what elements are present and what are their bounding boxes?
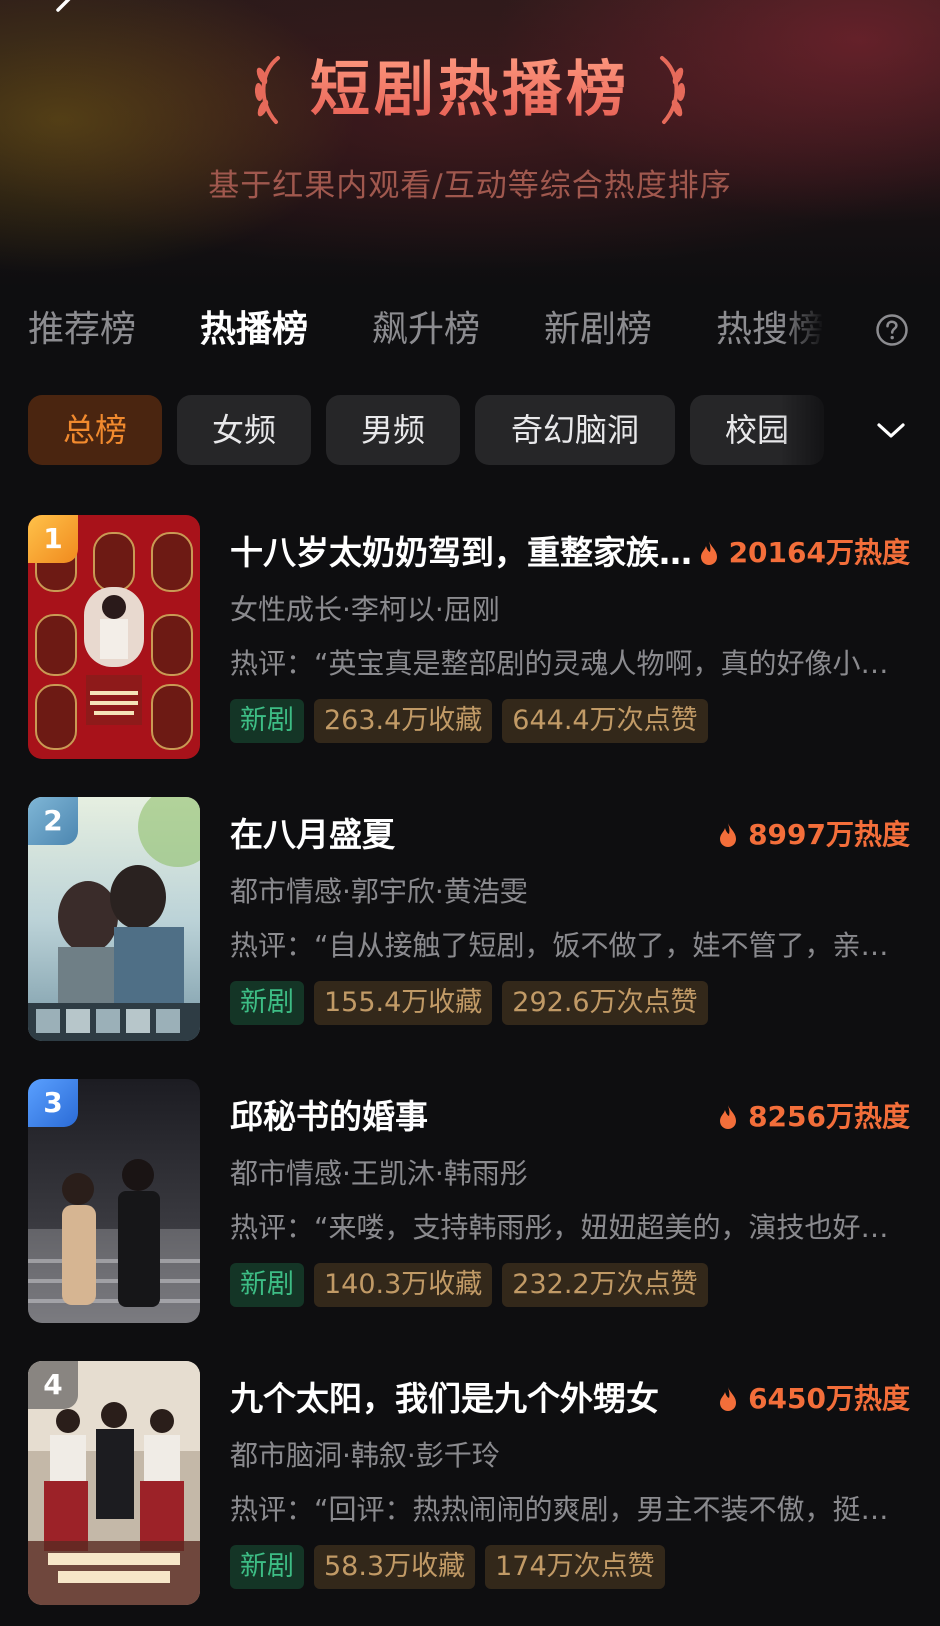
- top-review: 热评：“来喽，支持韩雨彤，妞妞超美的，演技也好…: [230, 1211, 889, 1244]
- laurel-left-icon: [254, 56, 280, 124]
- page-subtitle: 基于红果内观看/互动等综合热度排序: [208, 168, 732, 204]
- page-title: 短剧热播榜: [310, 48, 630, 132]
- chevron-left-icon[interactable]: [50, 0, 80, 24]
- tab-rising[interactable]: 飙升榜: [372, 300, 480, 360]
- drama-title[interactable]: 邱秘书的婚事: [230, 1093, 710, 1141]
- poster-image[interactable]: 4: [28, 1361, 200, 1605]
- rank-badge: 4: [28, 1361, 78, 1409]
- drama-meta: 都市情感·王凯沐·韩雨彤: [230, 1157, 528, 1190]
- drama-title[interactable]: 九个太阳，我们是九个外甥女: [230, 1375, 710, 1423]
- tab-hot-search[interactable]: 热搜榜: [716, 300, 824, 360]
- ranking-list-item[interactable]: 1 十八岁太奶奶驾到，重整家族… 20164万热度 女性成长·李柯以·屈刚 热评…: [0, 515, 940, 765]
- likes-tag: 644.4万次点赞: [502, 699, 708, 743]
- poster-image[interactable]: 3: [28, 1079, 200, 1323]
- likes-tag: 174万次点赞: [485, 1545, 665, 1589]
- top-review: 热评：“自从接触了短剧，饭不做了，娃不管了，亲…: [230, 929, 889, 962]
- new-drama-tag: 新剧: [230, 981, 304, 1025]
- flame-icon: [700, 541, 717, 565]
- tag-row: 新剧 58.3万收藏 174万次点赞: [230, 1545, 675, 1589]
- drama-meta: 女性成长·李柯以·屈刚: [230, 593, 500, 626]
- heat-score: 8997万热度: [718, 811, 910, 859]
- heat-score: 8256万热度: [718, 1093, 910, 1141]
- heat-score: 6450万热度: [718, 1375, 910, 1423]
- rank-badge: 3: [28, 1079, 78, 1127]
- rank-badge: 2: [28, 797, 78, 845]
- drama-meta: 都市情感·郭宇欣·黄浩雯: [230, 875, 528, 908]
- tag-row: 新剧 155.4万收藏 292.6万次点赞: [230, 981, 718, 1025]
- laurel-right-icon: [660, 56, 686, 124]
- drama-meta: 都市脑洞·韩叙·彭千玲: [230, 1439, 500, 1472]
- drama-title[interactable]: 十八岁太奶奶驾到，重整家族…: [230, 529, 710, 577]
- new-drama-tag: 新剧: [230, 699, 304, 743]
- tag-row: 新剧 263.4万收藏 644.4万次点赞: [230, 699, 718, 743]
- likes-tag: 232.2万次点赞: [502, 1263, 708, 1307]
- filter-fade: [780, 395, 940, 465]
- question-circle-icon[interactable]: [875, 313, 909, 347]
- top-review: 热评：“回评：热热闹闹的爽剧，男主不装不傲，挺…: [230, 1493, 889, 1526]
- page-title-area: 短剧热播榜: [0, 48, 940, 132]
- top-review: 热评：“英宝真是整部剧的灵魂人物啊，真的好像小…: [230, 647, 889, 680]
- header-background: [0, 0, 940, 290]
- tag-row: 新剧 140.3万收藏 232.2万次点赞: [230, 1263, 718, 1307]
- ranking-list-item[interactable]: 3 邱秘书的婚事 8256万热度 都市情感·王凯沐·韩雨彤 热评：“来喽，支持韩…: [0, 1079, 940, 1329]
- tab-new[interactable]: 新剧榜: [544, 300, 652, 360]
- favorites-tag: 155.4万收藏: [314, 981, 493, 1025]
- heat-value: 8256万热度: [748, 1100, 910, 1133]
- tab-recommend[interactable]: 推荐榜: [28, 300, 136, 360]
- likes-tag: 292.6万次点赞: [502, 981, 708, 1025]
- ranking-tabs: 推荐榜 热播榜 飙升榜 新剧榜 热搜榜: [0, 300, 940, 360]
- filter-chip-male[interactable]: 男频: [326, 395, 460, 465]
- flame-icon: [720, 1387, 737, 1411]
- favorites-tag: 263.4万收藏: [314, 699, 493, 743]
- heat-value: 8997万热度: [748, 818, 910, 851]
- favorites-tag: 58.3万收藏: [314, 1545, 476, 1589]
- chevron-down-icon[interactable]: [876, 420, 906, 442]
- drama-title[interactable]: 在八月盛夏: [230, 811, 710, 859]
- filter-chip-all[interactable]: 总榜: [28, 395, 162, 465]
- tab-hot-play[interactable]: 热播榜: [200, 300, 308, 360]
- favorites-tag: 140.3万收藏: [314, 1263, 493, 1307]
- heat-score: 20164万热度: [699, 529, 910, 577]
- category-filters: 总榜 女频 男频 奇幻脑洞 校园: [0, 395, 940, 465]
- poster-image[interactable]: 1: [28, 515, 200, 759]
- filter-chip-fantasy[interactable]: 奇幻脑洞: [475, 395, 675, 465]
- filter-chip-female[interactable]: 女频: [177, 395, 311, 465]
- new-drama-tag: 新剧: [230, 1263, 304, 1307]
- heat-value: 6450万热度: [748, 1382, 910, 1415]
- ranking-list-item[interactable]: 4 九个太阳，我们是九个外甥女 6450万热度 都市脑洞·韩叙·彭千玲 热评：“…: [0, 1361, 940, 1611]
- flame-icon: [720, 823, 737, 847]
- ranking-list-item[interactable]: 2 在八月盛夏 8997万热度 都市情感·郭宇欣·黄浩雯 热评：“自从接触了短剧…: [0, 797, 940, 1047]
- heat-value: 20164万热度: [728, 536, 910, 569]
- rank-badge: 1: [28, 515, 78, 563]
- flame-icon: [720, 1105, 737, 1129]
- new-drama-tag: 新剧: [230, 1545, 304, 1589]
- poster-image[interactable]: 2: [28, 797, 200, 1041]
